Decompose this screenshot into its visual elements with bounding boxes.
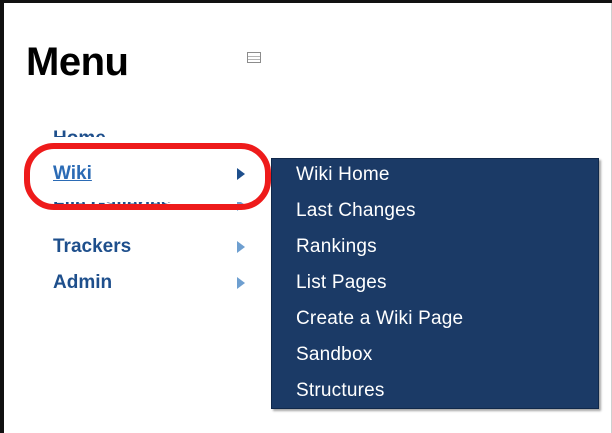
- wiki-submenu: Wiki Home Last Changes Rankings List Pag…: [271, 158, 599, 409]
- screenshot-stage: Menu Home Wiki File Galleries Trackers A…: [0, 0, 612, 433]
- collapse-toggle-icon[interactable]: [247, 52, 261, 63]
- submenu-item-create-wiki-page[interactable]: Create a Wiki Page: [296, 308, 463, 330]
- submenu-item-list-pages[interactable]: List Pages: [296, 272, 387, 294]
- menu-item-home[interactable]: Home: [53, 126, 253, 137]
- chevron-right-icon: [237, 168, 245, 180]
- chevron-right-icon: [237, 241, 245, 253]
- menu-item-label: Admin: [53, 272, 113, 293]
- submenu-item-sandbox[interactable]: Sandbox: [296, 344, 372, 366]
- submenu-item-last-changes[interactable]: Last Changes: [296, 200, 416, 222]
- chevron-right-icon: [237, 202, 245, 211]
- window-border-top: [0, 0, 612, 3]
- menu-item-file-galleries[interactable]: File Galleries: [53, 202, 253, 216]
- window-border-left: [0, 0, 4, 433]
- menu-item-label: Wiki: [53, 163, 92, 184]
- menu-item-label: Home: [53, 128, 106, 137]
- menu-item-trackers[interactable]: Trackers: [53, 236, 253, 258]
- submenu-item-rankings[interactable]: Rankings: [296, 236, 377, 258]
- chevron-right-icon: [237, 277, 245, 289]
- menu-title: Menu: [26, 40, 129, 84]
- submenu-item-structures[interactable]: Structures: [296, 380, 385, 402]
- menu-item-label: Trackers: [53, 236, 132, 257]
- menu-item-admin[interactable]: Admin: [53, 272, 253, 294]
- menu-item-wiki[interactable]: Wiki: [53, 163, 253, 185]
- submenu-item-wiki-home[interactable]: Wiki Home: [296, 164, 390, 186]
- menu-item-label: File Galleries: [53, 202, 172, 215]
